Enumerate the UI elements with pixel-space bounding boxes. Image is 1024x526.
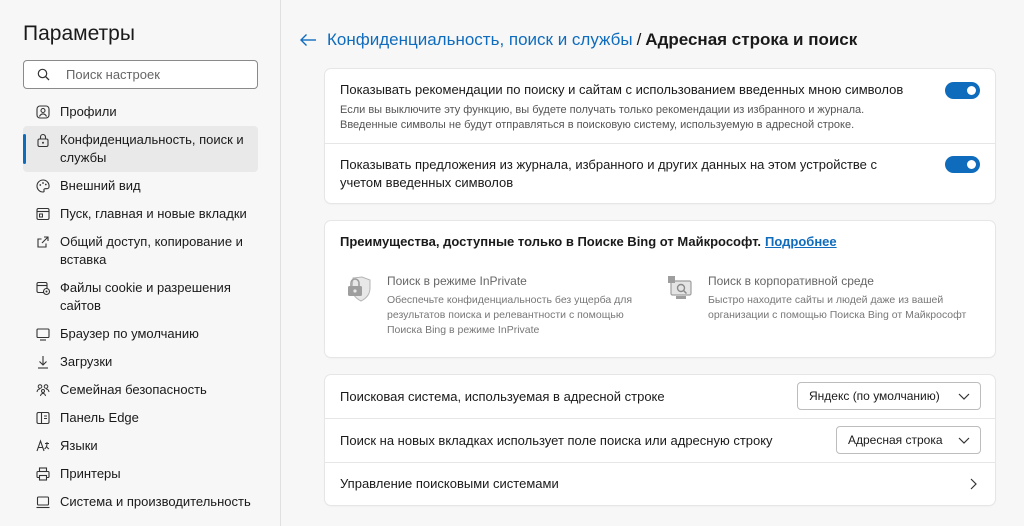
divider (325, 143, 995, 144)
sidebar-nav: Профили Конфиденциальность, поиск и служ… (23, 98, 258, 516)
sidebar-item-default-browser[interactable]: Браузер по умолчанию (23, 320, 258, 348)
sidebar-item-languages[interactable]: Языки (23, 432, 258, 460)
inprivate-feature: Поиск в режиме InPrivate Обеспечьте конф… (345, 274, 645, 344)
sidebar-item-label: Пуск, главная и новые вкладки (60, 206, 247, 221)
sidebar-item-label: Принтеры (60, 466, 121, 481)
page-title: Адресная строка и поиск (645, 30, 858, 49)
breadcrumb: Конфиденциальность, поиск и службы / Адр… (299, 30, 857, 50)
toggle-knob (967, 160, 976, 169)
palette-icon (35, 178, 51, 194)
sidebar-item-profiles[interactable]: Профили (23, 98, 258, 126)
family-icon (35, 382, 51, 398)
sidebar-item-system-performance[interactable]: Система и производительность (23, 488, 258, 516)
share-icon (35, 234, 51, 250)
suggestions-card: Показывать рекомендации по поиску и сайт… (325, 69, 995, 203)
breadcrumb-separator: / (636, 30, 642, 49)
address-bar-engine-label: Поисковая система, используемая в адресн… (340, 389, 665, 404)
search-input[interactable] (66, 67, 246, 82)
address-bar-engine-select[interactable]: Яндекс (по умолчанию) (797, 382, 981, 410)
sidebar-item-label: Файлы cookie и разрешения сайтов (60, 280, 231, 313)
printer-icon (35, 466, 51, 482)
sidebar-item-privacy[interactable]: Конфиденциальность, поиск и службы (23, 126, 258, 172)
inprivate-shield-icon (345, 274, 375, 302)
enterprise-feature: Поиск в корпоративной среде Быстро наход… (666, 274, 986, 344)
sidebar-item-label: Внешний вид (60, 178, 141, 193)
sidebar-item-label: Профили (60, 104, 117, 119)
bing-benefits-card: Преимущества, доступные только в Поиске … (325, 221, 995, 357)
sidebar-item-label: Загрузки (60, 354, 113, 369)
home-tabs-icon (35, 206, 51, 222)
sidebar-item-label: Система и производительность (60, 494, 251, 509)
profile-icon (35, 104, 51, 120)
sidebar-item-start-home-tabs[interactable]: Пуск, главная и новые вкладки (23, 200, 258, 228)
browser-icon (35, 326, 51, 342)
learn-more-link[interactable]: Подробнее (765, 234, 837, 249)
sidebar-item-edge-bar[interactable]: Панель Edge (23, 404, 258, 432)
search-suggestions-toggle[interactable] (945, 82, 980, 99)
sidebar-item-share-copy-paste[interactable]: Общий доступ, копирование и вставка (23, 228, 258, 274)
search-icon (36, 68, 50, 82)
chevron-down-icon (958, 437, 970, 444)
chevron-right-icon (970, 478, 977, 490)
sidebar-item-cookies-permissions[interactable]: Файлы cookie и разрешения сайтов (23, 274, 258, 320)
sidebar-item-label: Общий доступ, копирование и вставка (60, 234, 243, 267)
search-suggestions-description: Если вы выключите эту функцию, вы будете… (340, 104, 865, 131)
sidebar-item-downloads[interactable]: Загрузки (23, 348, 258, 376)
toggle-knob (967, 86, 976, 95)
download-icon (35, 354, 51, 370)
cookie-icon (35, 280, 51, 296)
language-icon (35, 438, 51, 454)
history-suggestions-title: Показывать предложения из журнала, избра… (340, 157, 878, 190)
breadcrumb-parent-link[interactable]: Конфиденциальность, поиск и службы (327, 30, 633, 50)
sidebar-item-printers[interactable]: Принтеры (23, 460, 258, 488)
new-tab-search-select[interactable]: Адресная строка (836, 426, 981, 454)
sidebar-item-appearance[interactable]: Внешний вид (23, 172, 258, 200)
sidebar-title: Параметры (23, 22, 135, 45)
chevron-down-icon (958, 393, 970, 400)
inprivate-description: Обеспечьте конфиденциальность без ущерба… (387, 294, 633, 336)
main-content: Конфиденциальность, поиск и службы / Адр… (282, 0, 1024, 526)
lock-icon (35, 132, 51, 148)
divider (325, 418, 995, 419)
sidebar-item-label: Браузер по умолчанию (60, 326, 199, 341)
manage-search-engines-label: Управление поисковыми системами (340, 476, 559, 491)
search-engine-card: Поисковая система, используемая в адресн… (325, 375, 995, 505)
history-suggestions-toggle[interactable] (945, 156, 980, 173)
enterprise-search-icon (666, 274, 696, 302)
enterprise-title: Поиск в корпоративной среде (708, 274, 874, 288)
sidebar-item-label: Семейная безопасность (60, 382, 207, 397)
sidebar: Параметры Профили Конфиденциальность, по… (0, 0, 281, 526)
sidebar-item-label: Панель Edge (60, 410, 139, 425)
bing-benefits-heading: Преимущества, доступные только в Поиске … (340, 234, 837, 249)
edge-bar-icon (35, 410, 51, 426)
address-bar-engine-value: Яндекс (по умолчанию) (809, 389, 940, 403)
sidebar-item-family-safety[interactable]: Семейная безопасность (23, 376, 258, 404)
new-tab-search-value: Адресная строка (848, 433, 943, 447)
settings-search-box[interactable] (23, 60, 258, 89)
sidebar-item-label: Конфиденциальность, поиск и службы (60, 132, 244, 165)
search-suggestions-title: Показывать рекомендации по поиску и сайт… (340, 82, 904, 97)
new-tab-search-label: Поиск на новых вкладках использует поле … (340, 433, 773, 448)
manage-search-engines-row[interactable]: Управление поисковыми системами (325, 463, 995, 505)
back-arrow-icon[interactable] (299, 31, 317, 49)
inprivate-title: Поиск в режиме InPrivate (387, 274, 527, 288)
sidebar-item-label: Языки (60, 438, 98, 453)
enterprise-description: Быстро находите сайты и людей даже из ва… (708, 294, 967, 321)
bing-benefits-text: Преимущества, доступные только в Поиске … (340, 234, 762, 249)
system-icon (35, 494, 51, 510)
